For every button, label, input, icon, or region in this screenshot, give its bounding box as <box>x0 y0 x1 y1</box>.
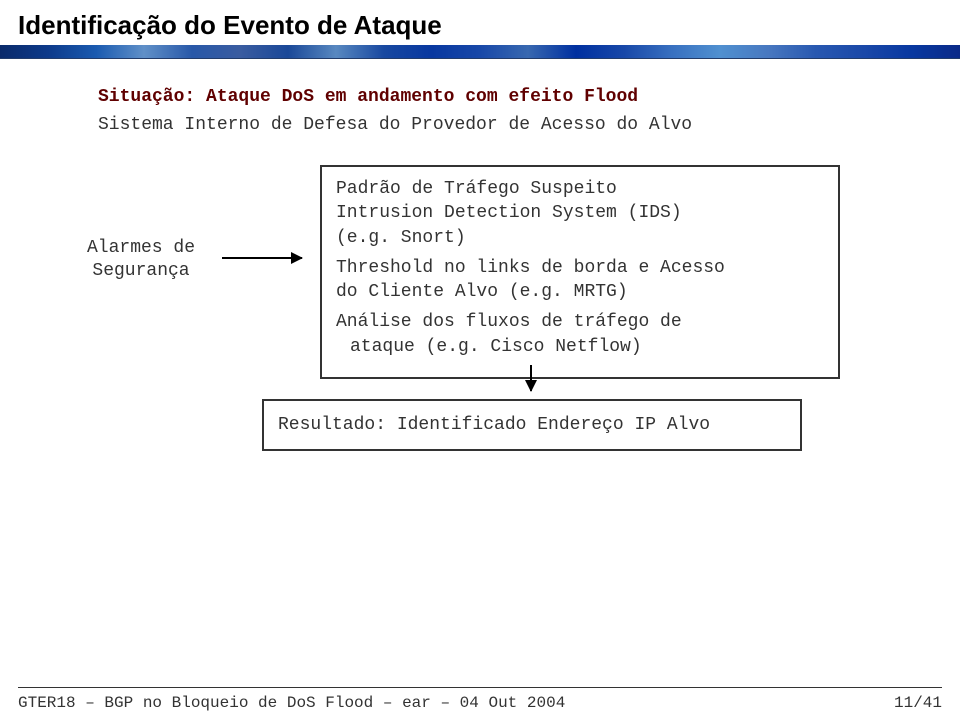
alarms-line1: Alarmes de <box>87 238 195 258</box>
situation-text: Situação: Ataque DoS em andamento com ef… <box>98 87 960 107</box>
footer: GTER18 – BGP no Bloqueio de DoS Flood – … <box>18 687 942 712</box>
rules-box: Padrão de Tráfego Suspeito Intrusion Det… <box>320 165 840 379</box>
arrow-right-icon <box>222 257 302 259</box>
rule1-line3: (e.g. Snort) <box>336 228 466 248</box>
rule2-line2: do Cliente Alvo (e.g. MRTG) <box>336 282 628 302</box>
footer-right: 11/41 <box>894 694 942 712</box>
alarms-label: Alarmes de Segurança <box>66 237 216 284</box>
arrow-down-icon <box>530 365 532 391</box>
result-box: Resultado: Identificado Endereço IP Alvo <box>262 399 802 451</box>
alarms-line2: Segurança <box>92 261 189 281</box>
result-text: Resultado: Identificado Endereço IP Alvo <box>278 415 710 435</box>
rule1-line2: Intrusion Detection System (IDS) <box>336 203 682 223</box>
rule2-line1: Threshold no links de borda e Acesso <box>336 258 725 278</box>
system-text: Sistema Interno de Defesa do Provedor de… <box>98 115 960 135</box>
rule3-line2: ataque (e.g. Cisco Netflow) <box>336 337 642 357</box>
decorative-banner <box>0 45 960 59</box>
flow-diagram: Alarmes de Segurança Padrão de Tráfego S… <box>0 165 960 465</box>
rule3-line1: Análise dos fluxos de tráfego de <box>336 312 682 332</box>
footer-left: GTER18 – BGP no Bloqueio de DoS Flood – … <box>18 694 565 712</box>
rule1-line1: Padrão de Tráfego Suspeito <box>336 179 617 199</box>
slide-title: Identificação do Evento de Ataque <box>0 0 960 41</box>
